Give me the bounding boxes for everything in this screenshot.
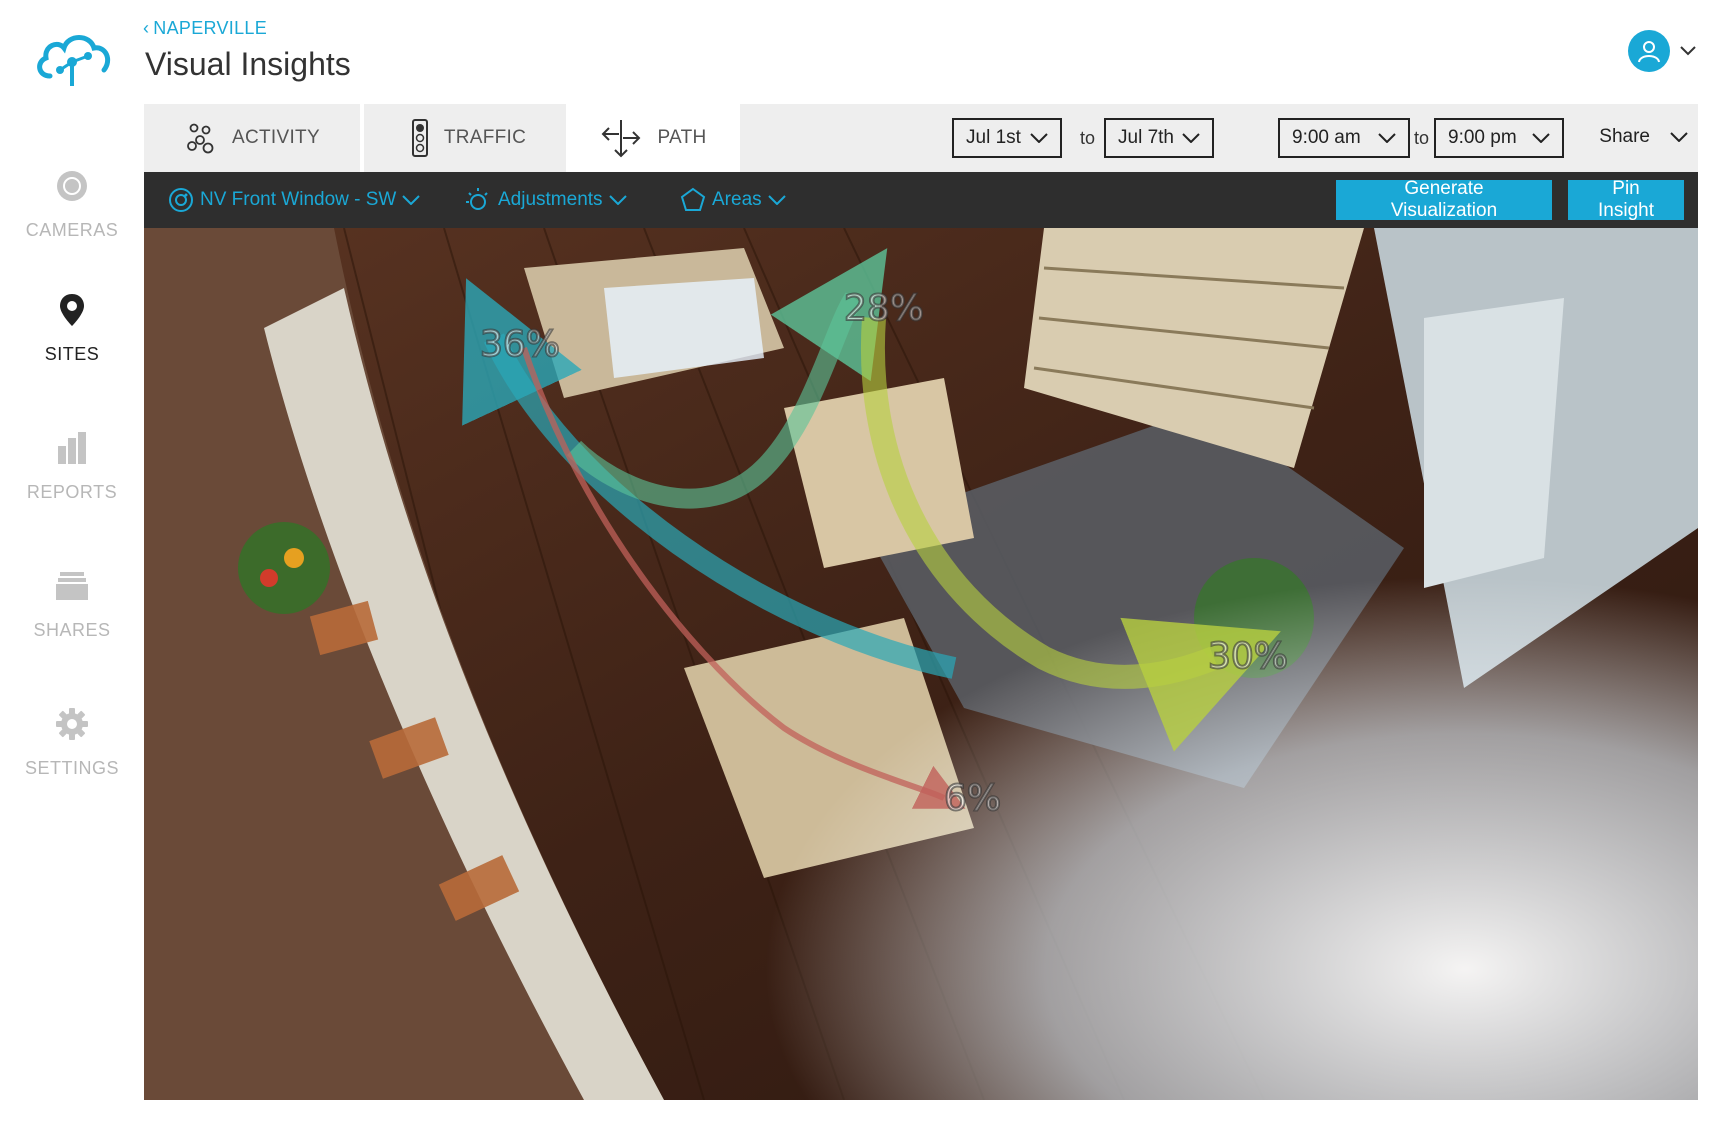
polygon-icon <box>680 187 706 211</box>
chevron-down-icon <box>1670 132 1688 142</box>
toolbar: ACTIVITY TRAFFIC PATH Jul 1st to Jul 7th… <box>144 104 1698 172</box>
path-arrows-icon <box>602 120 641 158</box>
map-pin-icon <box>60 294 84 326</box>
sidebar-item-label: SETTINGS <box>24 758 119 778</box>
sidebar-item-label: REPORTS <box>26 482 118 502</box>
adjustments-select[interactable]: Adjustments <box>464 172 627 228</box>
time-from-value: 9:00 am <box>1292 127 1361 148</box>
sidebar-item-reports[interactable]: REPORTS <box>0 428 144 503</box>
date-from-select[interactable]: Jul 1st <box>952 118 1062 158</box>
gear-icon <box>56 708 88 740</box>
camera-lens-icon <box>169 188 193 212</box>
pin-insight-button[interactable]: Pin Insight <box>1568 178 1684 221</box>
share-dropdown[interactable]: Share <box>1599 126 1688 148</box>
tab-activity[interactable]: ACTIVITY <box>144 104 360 172</box>
avatar[interactable] <box>1628 30 1670 72</box>
share-label: Share <box>1599 126 1650 147</box>
sidebar-item-shares[interactable]: SHARES <box>0 566 144 641</box>
stack-icon <box>56 572 88 600</box>
page-title: Visual Insights <box>145 46 351 82</box>
activity-icon <box>187 123 214 154</box>
tab-label: PATH <box>657 127 707 148</box>
camera-select-label: NV Front Window - SW <box>200 189 397 210</box>
tab-label: ACTIVITY <box>232 127 320 148</box>
chevron-down-icon <box>1182 133 1200 143</box>
areas-label: Areas <box>712 189 762 210</box>
chevron-down-icon <box>1030 133 1048 143</box>
bar-chart-icon <box>58 432 86 464</box>
sidebar-item-sites[interactable]: SITES <box>0 290 144 365</box>
chevron-down-icon <box>1680 46 1696 56</box>
user-icon <box>1638 41 1660 63</box>
camera-view[interactable]: 36% 28% 30% 6% <box>144 228 1698 1100</box>
time-to-label: to <box>1414 128 1430 148</box>
date-to-value: Jul 7th <box>1118 127 1174 148</box>
tab-traffic[interactable]: TRAFFIC <box>364 104 572 172</box>
time-to-value: 9:00 pm <box>1448 127 1517 148</box>
chevron-left-icon: ‹ <box>143 18 150 38</box>
tab-label: TRAFFIC <box>443 127 527 148</box>
sidebar-item-settings[interactable]: SETTINGS <box>0 704 144 779</box>
user-menu[interactable] <box>1628 30 1696 72</box>
sidebar-item-label: CAMERAS <box>25 220 119 240</box>
traffic-light-icon <box>411 119 428 157</box>
generate-visualization-button[interactable]: Generate Visualization <box>1336 178 1552 221</box>
store-scene: 36% 28% 30% 6% <box>144 228 1698 1100</box>
adjustments-label: Adjustments <box>498 189 603 210</box>
sidebar-item-label: SITES <box>44 344 100 364</box>
date-to-label: to <box>1080 128 1096 148</box>
date-from-value: Jul 1st <box>966 127 1021 148</box>
path-30-label: 30% <box>1208 636 1288 677</box>
path-28-label: 28% <box>844 288 924 329</box>
sidebar-item-label: SHARES <box>33 620 111 640</box>
path-6-label: 6% <box>944 778 1001 819</box>
breadcrumb[interactable]: ‹ NAPERVILLE <box>143 18 267 39</box>
camera-icon <box>57 171 87 201</box>
cloud-logo-icon[interactable] <box>32 26 112 90</box>
chevron-down-icon <box>1378 133 1396 143</box>
brightness-icon <box>466 188 488 210</box>
breadcrumb-label: NAPERVILLE <box>153 18 268 38</box>
areas-select[interactable]: Areas <box>680 172 786 228</box>
chevron-down-icon <box>608 195 627 205</box>
sidebar-item-cameras[interactable]: CAMERAS <box>0 166 144 241</box>
chevron-down-icon <box>767 195 786 205</box>
chevron-down-icon <box>1532 133 1550 143</box>
tab-path[interactable]: PATH <box>566 104 740 172</box>
date-to-select[interactable]: Jul 7th <box>1104 118 1214 158</box>
sidebar: CAMERAS SITES REPORTS SHARES SETTINGS <box>0 0 144 1136</box>
time-to-select[interactable]: 9:00 pm <box>1434 118 1564 158</box>
chevron-down-icon <box>402 195 421 205</box>
path-36-label: 36% <box>480 324 560 365</box>
camera-select[interactable]: NV Front Window - SW <box>168 172 421 228</box>
time-from-select[interactable]: 9:00 am <box>1278 118 1410 158</box>
control-bar: NV Front Window - SW Adjustments Areas G… <box>144 172 1698 228</box>
